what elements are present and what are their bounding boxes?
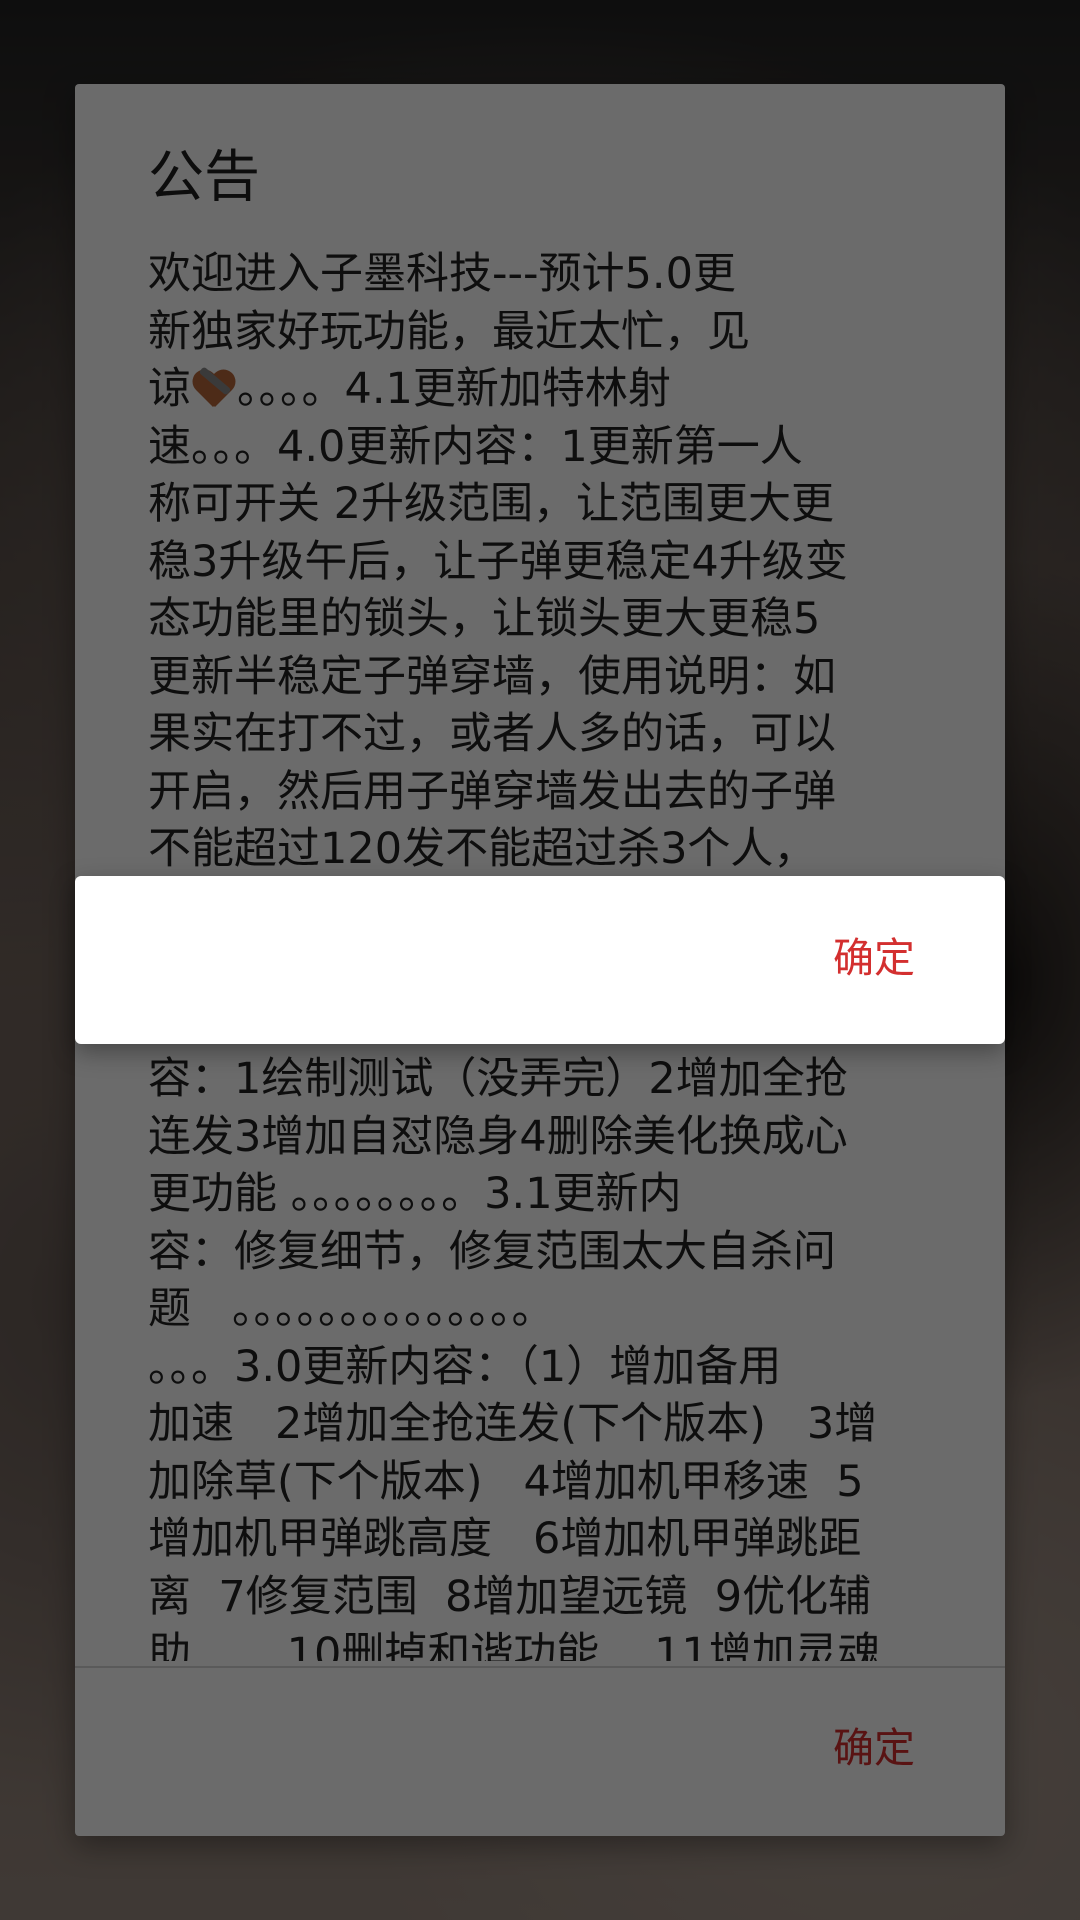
confirm-dialog: 确定 [75, 876, 1005, 1044]
notice-line: 更新半稳定子弹穿墙，使用说明：如 [148, 651, 836, 702]
notice-line-suffix: 。。。。4.1更新加特林射 [237, 364, 671, 414]
notice-line: 加速 2增加全抢连发(下个版本) 3增 [148, 1399, 878, 1449]
notice-title: 公告 [148, 145, 260, 210]
notice-line: 容：1绘制测试（没弄完）2增加全抢 [148, 1054, 848, 1104]
screen: 公告 欢迎进入子墨科技---预计5.0更 新独家好玩功能，最近太忙，见 谅。。。… [0, 0, 1080, 1920]
notice-line: 称可开关 2升级范围，让范围更大更 [148, 479, 835, 529]
mending-heart-icon [191, 361, 237, 419]
notice-line: 。。。3.0更新内容：（1）增加备用 [148, 1341, 782, 1392]
footer-divider [75, 1666, 1005, 1668]
notice-line: 新独家好玩功能，最近太忙，见 [148, 306, 750, 357]
notice-line: 加除草(下个版本) 4增加机甲移速 5 [148, 1456, 864, 1507]
notice-line: 果实在打不过，或者人多的话，可以 [148, 709, 836, 759]
notice-ok-button[interactable]: 确定 [833, 1724, 915, 1773]
notice-line-with-emoji: 谅。。。。4.1更新加特林射 [148, 361, 923, 419]
confirm-ok-button[interactable]: 确定 [833, 934, 915, 983]
notice-line: 增加机甲弹跳高度 6增加机甲弹跳距 [148, 1514, 862, 1564]
notice-line: 不能超过120发不能超过杀3个人， [148, 824, 817, 874]
notice-line: 容：修复细节，修复范围太大自杀问 [148, 1226, 836, 1277]
notice-line: 离 7修复范围 8增加望远镜 9优化辅 [148, 1571, 872, 1622]
notice-line: 开启，然后用子弹穿墙发出去的子弹 [148, 766, 836, 817]
notice-line: 速。。。4.0更新内容：1更新第一人 [148, 421, 803, 472]
notice-line: 稳3升级午后，让子弹更稳定4升级变 [148, 536, 848, 587]
notice-line: 助 10删掉和谐功能 11增加灵魂 [148, 1629, 881, 1661]
notice-line: 态功能里的锁头，让锁头更大更稳5 [148, 594, 821, 644]
notice-line: 欢迎进入子墨科技---预计5.0更 [148, 249, 736, 299]
notice-line: 连发3增加自怼隐身4删除美化换成心 [148, 1111, 848, 1162]
notice-line: 更功能 。。。。。。。。3.1更新内 [148, 1169, 682, 1219]
notice-line-prefix: 谅 [148, 364, 191, 414]
notice-line: 题 。。。。。。。。。。。。。。 [148, 1284, 555, 1334]
